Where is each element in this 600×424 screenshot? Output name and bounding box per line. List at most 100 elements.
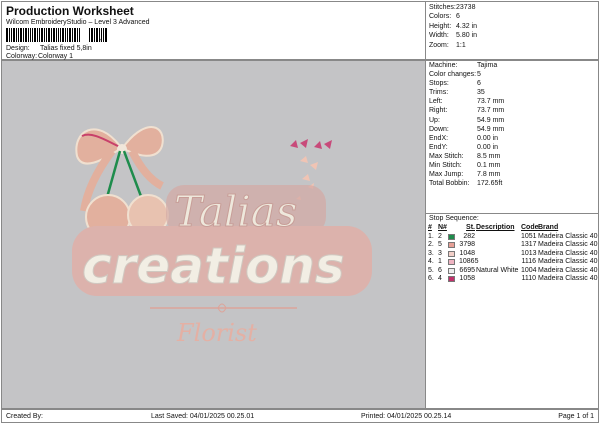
- barcode-bar: [23, 28, 24, 42]
- design-label: Design:: [6, 45, 30, 52]
- detail-row: Down: 54.9 mm: [426, 125, 598, 134]
- barcode-bar: [25, 28, 27, 42]
- stat-label: Colors:: [429, 13, 452, 21]
- detail-label: Machine:: [429, 62, 458, 69]
- stitch-count: 1048: [459, 249, 475, 257]
- barcode-bar: [65, 28, 66, 42]
- barcode-bar: [62, 28, 64, 42]
- barcode-bar: [60, 28, 61, 42]
- printed: Printed: 04/01/2025 00.25.14: [361, 412, 452, 420]
- stat-value: 23738: [456, 4, 476, 11]
- detail-value: 54.9 mm: [477, 116, 505, 124]
- detail-label: Left:: [429, 98, 443, 106]
- design-line1: Talias: [174, 187, 297, 236]
- detail-value: 8.5 mm: [477, 152, 501, 160]
- barcode: [6, 28, 128, 42]
- barcode-bar: [11, 28, 12, 42]
- detail-label: Total Bobbin:: [429, 180, 470, 188]
- colorway-value: Colorway 1: [38, 53, 74, 60]
- barcode-bar: [13, 28, 15, 42]
- thread-description: [476, 275, 521, 284]
- details-panel: Machine: Tajima Color changes: 5 Stops: 6 Trim…: [425, 60, 599, 409]
- detail-row: Machine: Tajima: [426, 61, 598, 70]
- thread-brand: Madeira Classic 40: [538, 266, 598, 274]
- stat-row: Zoom: 1:1: [426, 41, 598, 50]
- detail-row: Max Jump: 7.8 mm: [426, 170, 598, 179]
- thread-code: 1317: [521, 241, 537, 248]
- stat-row: Width: 5.80 in: [426, 31, 598, 40]
- page-number: Page 1 of 1: [558, 412, 594, 420]
- detail-row: Min Stitch: 0.1 mm: [426, 161, 598, 170]
- barcode-suffix: ,: [100, 35, 102, 42]
- barcode-bar: [6, 28, 8, 42]
- detail-row: Left: 73.7 mm: [426, 97, 598, 106]
- detail-value: 0.00 in: [477, 134, 499, 142]
- stat-label: Width:: [429, 32, 449, 40]
- last-saved: Last Saved: 04/01/2025 00.25.01: [151, 412, 255, 420]
- stitch-count: 1058: [459, 275, 475, 282]
- stat-row: Colors: 6: [426, 12, 598, 21]
- barcode-bar: [32, 28, 33, 42]
- detail-label: Trims:: [429, 89, 449, 97]
- thread-description: [476, 250, 521, 259]
- barcode-bar: [69, 28, 71, 42]
- color-swatch: [448, 259, 455, 265]
- needle-num: 4: [438, 275, 442, 282]
- thread-description: [476, 258, 521, 267]
- thread-brand: Madeira Classic 40: [538, 258, 598, 265]
- thread-code: 1004: [521, 266, 537, 274]
- barcode-bar: [44, 28, 45, 42]
- barcode-bar: [96, 28, 98, 42]
- col-brand: Brand: [538, 224, 559, 231]
- page-title: Production Worksheet: [6, 4, 134, 18]
- color-swatch: [448, 242, 455, 248]
- thread-description: Natural White: [476, 266, 519, 274]
- sequence-row: 3. 3 1048 1013 Madeira Classic 40: [426, 250, 598, 259]
- needle-num: 2: [438, 232, 442, 240]
- barcode-bar: [9, 28, 10, 42]
- stitch-count: 3798: [459, 241, 475, 248]
- detail-row: Max Stitch: 8.5 mm: [426, 152, 598, 161]
- barcode-bar: [77, 28, 78, 42]
- detail-value: 5: [477, 71, 481, 79]
- detail-label: Min Stitch:: [429, 162, 462, 170]
- barcode-bar: [39, 28, 40, 42]
- col-n: N#: [438, 224, 447, 231]
- barcode-bar: [41, 28, 43, 42]
- detail-label: Down:: [429, 125, 449, 133]
- sequence-row: 6. 4 1058 1110 Madeira Classic 40: [426, 275, 598, 284]
- detail-value: 6: [477, 80, 481, 88]
- stat-row: Stitches: 23738: [426, 3, 598, 12]
- barcode-bar: [67, 28, 68, 42]
- barcode-bar: [48, 28, 50, 42]
- needle-num: 6: [438, 266, 442, 274]
- detail-value: 73.7 mm: [477, 107, 505, 115]
- detail-value: Tajima: [477, 62, 498, 69]
- stitch-count: 10865: [459, 258, 479, 265]
- thread-brand: Madeira Classic 40: [538, 275, 598, 282]
- created-by: Created By:: [6, 412, 43, 420]
- detail-label: EndY:: [429, 143, 448, 151]
- barcode-bar: [18, 28, 19, 42]
- detail-label: Up:: [429, 116, 440, 124]
- worksheet-header: Production Worksheet Wilcom EmbroiderySt…: [1, 1, 426, 60]
- design-value: Talias fixed 5,8in: [40, 45, 92, 52]
- barcode-bar: [53, 28, 55, 42]
- barcode-bar: [34, 28, 36, 42]
- needle-num: 3: [438, 249, 442, 257]
- barcode-bar: [79, 28, 80, 42]
- stop-num: 6.: [428, 275, 434, 282]
- software-name: Wilcom EmbroideryStudio – Level 3 Advanc…: [6, 19, 150, 26]
- barcode-bar: [105, 28, 107, 42]
- design-line2: creations: [82, 237, 345, 295]
- detail-label: EndX:: [429, 134, 449, 142]
- thread-brand: Madeira Classic 40: [538, 241, 598, 248]
- detail-value: 35: [477, 89, 485, 97]
- barcode-bar: [91, 28, 93, 42]
- detail-row: Up: 54.9 mm: [426, 116, 598, 125]
- stop-num: 3.: [428, 249, 434, 257]
- color-swatch: [448, 267, 455, 274]
- detail-row: Right: 73.7 mm: [426, 106, 598, 115]
- stop-num: 2.: [428, 241, 434, 248]
- barcode-bar: [46, 28, 47, 42]
